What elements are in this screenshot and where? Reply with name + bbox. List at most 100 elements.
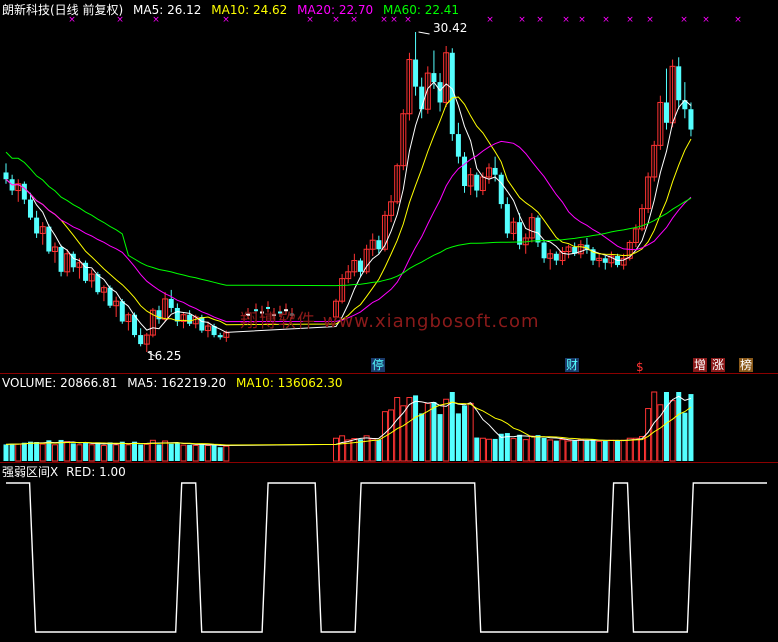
volume-bar-down (455, 413, 461, 461)
volume-bar-up (467, 402, 474, 462)
volume-bar-down (34, 442, 40, 461)
volume-bar-up (143, 443, 150, 462)
volume-bar-down (132, 441, 138, 461)
volume-bar-up (479, 437, 486, 462)
volume-bar-up (669, 400, 676, 462)
top-x-marker: × (702, 15, 710, 25)
candle-body-down (535, 217, 541, 243)
top-x-marker: × (578, 15, 586, 25)
top-x-marker: × (562, 15, 570, 25)
candle-body-down (34, 217, 40, 234)
volume-bar-down (376, 439, 382, 461)
volume-bar-down (187, 444, 193, 461)
top-x-marker: × (680, 15, 688, 25)
volume-bar-up (486, 438, 492, 462)
volume-bar-up (204, 444, 211, 462)
volume-bar-down (682, 412, 688, 461)
candle-body-down (357, 260, 363, 272)
candle-body-down (217, 335, 223, 338)
volume-bar-down (27, 441, 33, 461)
volume-bar-down (572, 440, 578, 461)
candle-body-down (553, 253, 559, 261)
marker-ting[interactable]: 停 (371, 358, 386, 372)
candle-body-down (462, 156, 468, 187)
volume-bar-down (3, 444, 9, 461)
candle-body-down (58, 246, 64, 272)
top-x-marker: × (602, 15, 610, 25)
candle-body-down (663, 102, 669, 123)
volume-bar-down (413, 395, 419, 461)
candle-body-down (676, 66, 682, 101)
volume-bar-down (462, 405, 468, 461)
volume-bar-down (211, 445, 217, 461)
stock-title: 朗新科技(日线 前复权) (2, 3, 124, 17)
ma60-label: MA60: 22.41 (383, 3, 460, 17)
volume-bar-up (125, 444, 132, 462)
volume-bar-down (174, 443, 180, 461)
volume-bar-down (199, 443, 205, 461)
volume-bar-down (138, 444, 144, 461)
volume-bar-up (64, 441, 71, 462)
separator-volume (0, 373, 778, 374)
candle-body-down (168, 298, 174, 308)
volume-bar-down (553, 440, 559, 461)
candle-body-down (431, 73, 437, 83)
candle-body-down (474, 174, 480, 191)
volume-bar-up (522, 439, 529, 462)
main-header: 朗新科技(日线 前复权) MA5: 26.12 MA10: 24.62 MA20… (2, 3, 459, 17)
volume-bar-up (388, 409, 395, 462)
volume-bar-down (517, 434, 523, 461)
candle-body-down (455, 134, 461, 157)
volume-bar-up (559, 439, 566, 462)
volume-bar-down (615, 440, 621, 461)
candle-body-down (413, 59, 419, 87)
candle-body-down (437, 82, 443, 103)
volume-bar-up (162, 440, 169, 462)
volume-bar-down (119, 441, 125, 461)
volume-bar-up (626, 437, 633, 462)
watermark: 翔博软件 www.xiangbosoft.com (240, 311, 540, 332)
volume-bar-up (51, 444, 58, 462)
volume-bar-up (192, 444, 199, 462)
indicator-name: 强弱区间X (2, 465, 59, 479)
ma5-label: MA5: 26.12 (133, 3, 202, 17)
volume-bar-down (590, 439, 596, 461)
volume-bar-down (21, 442, 27, 461)
volume-bar-down (676, 392, 682, 461)
volume-bar-up (443, 398, 450, 462)
candle-body-down (504, 204, 510, 234)
candle-body-down (498, 174, 504, 205)
high-pointer (418, 31, 430, 35)
marker-bang[interactable]: 榜 (739, 358, 754, 372)
volume-bar-up (596, 440, 603, 462)
indicator-header: 强弱区间X RED: 1.00 (2, 465, 126, 479)
separator-indicator (0, 462, 778, 463)
top-x-marker: × (486, 15, 494, 25)
stock-chart-window: × × × × × × × × × × × × × × × × × × × × × 朗新科技(日线 前复权) MA5: … (0, 0, 778, 642)
marker-zeng[interactable]: 增 (693, 358, 708, 372)
volume-bar-up (651, 391, 658, 462)
candle-body-down (107, 287, 113, 306)
marker-cai[interactable]: 财 (565, 358, 580, 372)
volume-bar-up (510, 438, 517, 462)
marker-zhang[interactable]: 涨 (711, 358, 726, 372)
top-x-marker: × (518, 15, 526, 25)
volume-bar-down (70, 443, 76, 461)
marker-dollar[interactable]: $ (636, 360, 644, 374)
candle-body-down (21, 183, 27, 200)
indicator-red-label: RED: 1.00 (66, 465, 126, 479)
volume-ma5-label: MA5: 162219.20 (127, 376, 227, 390)
volume-bar-up (333, 437, 339, 462)
candle-body-down (541, 242, 547, 259)
volume-bar-down (9, 443, 15, 461)
volume-ma10-line (5, 401, 692, 446)
volume-bar-up (15, 443, 22, 462)
volume-bar-up (620, 439, 627, 462)
volume-bar-down (217, 447, 223, 461)
volume-bar-up (113, 444, 120, 462)
volume-bar-down (419, 413, 425, 461)
volume-bar-down (663, 392, 669, 461)
volume-bar-down (541, 437, 547, 461)
volume-bar-up (547, 439, 554, 462)
volume-ma5-line (5, 395, 692, 447)
